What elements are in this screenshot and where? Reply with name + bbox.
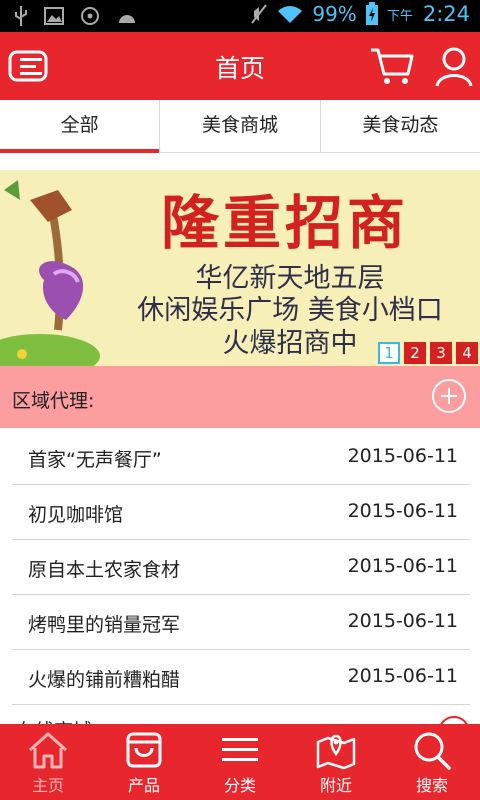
list-item[interactable]: 烤鸭里的销量冠军 2015-06-11 bbox=[12, 595, 470, 650]
mute-icon bbox=[251, 4, 268, 24]
wifi-icon bbox=[278, 6, 303, 23]
image-icon bbox=[44, 7, 64, 25]
music-icon bbox=[81, 7, 99, 25]
battery-percent: 99% bbox=[312, 2, 357, 26]
cart-icon bbox=[371, 48, 414, 84]
bag-icon bbox=[126, 732, 162, 768]
item-title: 烤鸭里的销量冠军 bbox=[28, 614, 181, 636]
item-date: 2015-06-11 bbox=[347, 500, 458, 522]
usb-icon bbox=[15, 6, 27, 26]
nav-home[interactable]: 主页 bbox=[0, 724, 96, 800]
bottom-nav: 主页 产品 分类 附近 搜索 bbox=[0, 724, 480, 800]
list-item[interactable]: 首家“无声餐厅” 2015-06-11 bbox=[12, 430, 470, 485]
item-date: 2015-06-11 bbox=[347, 445, 458, 467]
item-date: 2015-06-11 bbox=[347, 610, 458, 632]
item-title: 火爆的铺前糟粕醋 bbox=[28, 669, 181, 691]
list-item[interactable]: 初见咖啡馆 2015-06-11 bbox=[12, 485, 470, 540]
item-date: 2015-06-11 bbox=[347, 665, 458, 687]
nav-search[interactable]: 搜索 bbox=[384, 724, 480, 800]
home-icon bbox=[29, 732, 67, 769]
nav-nearby-label: 附近 bbox=[319, 776, 352, 795]
nav-nearby[interactable]: 附近 bbox=[288, 724, 384, 800]
app-header: 首页 bbox=[0, 32, 480, 100]
map-icon bbox=[316, 734, 356, 770]
user-icon bbox=[435, 47, 473, 87]
item-date: 2015-06-11 bbox=[347, 555, 458, 577]
banner-page-3[interactable]: 3 bbox=[430, 342, 452, 364]
tab-all[interactable]: 全部 bbox=[0, 100, 161, 153]
nav-home-label: 主页 bbox=[31, 776, 64, 795]
list-item[interactable]: 原自本土农家食材 2015-06-11 bbox=[12, 540, 470, 595]
category-tabs: 全部 美食商城 美食动态 bbox=[0, 100, 480, 153]
item-title: 首家“无声餐厅” bbox=[28, 449, 162, 471]
item-title: 初见咖啡馆 bbox=[28, 504, 124, 526]
banner-pagination: 1 2 3 4 bbox=[378, 342, 478, 364]
section-header: 区域代理: bbox=[0, 366, 480, 428]
banner-page-1[interactable]: 1 bbox=[378, 342, 400, 364]
news-list: 首家“无声餐厅” 2015-06-11 初见咖啡馆 2015-06-11 原自本… bbox=[12, 430, 470, 705]
nav-products[interactable]: 产品 bbox=[96, 724, 192, 800]
banner-page-4[interactable]: 4 bbox=[456, 342, 478, 364]
battery-icon bbox=[365, 2, 378, 25]
section-title: 区域代理: bbox=[12, 390, 95, 412]
list-icon bbox=[222, 738, 258, 761]
banner-headline: 隆重招商 bbox=[160, 189, 409, 257]
tab-food-mall[interactable]: 美食商城 bbox=[160, 100, 321, 152]
ampm-label: 下午 bbox=[386, 8, 413, 24]
search-icon bbox=[414, 732, 451, 770]
user-button[interactable] bbox=[432, 44, 476, 88]
nav-products-label: 产品 bbox=[127, 776, 160, 795]
item-title: 原自本土农家食材 bbox=[28, 559, 181, 581]
tab-food-news[interactable]: 美食动态 bbox=[321, 100, 480, 152]
nav-categories[interactable]: 分类 bbox=[192, 724, 288, 800]
android-icon bbox=[119, 15, 135, 23]
banner-page-2[interactable]: 2 bbox=[404, 342, 426, 364]
cart-button[interactable] bbox=[368, 44, 416, 88]
nav-search-label: 搜索 bbox=[415, 776, 448, 795]
nav-categories-label: 分类 bbox=[223, 776, 256, 795]
list-item[interactable]: 火爆的铺前糟粕醋 2015-06-11 bbox=[12, 650, 470, 705]
clock: 2:24 bbox=[422, 2, 470, 26]
status-bar: 99% 下午 2:24 bbox=[0, 0, 480, 32]
promo-banner[interactable]: 隆重招商 华亿新天地五层 休闲娱乐广场 美食小档口 火爆招商中 bbox=[0, 170, 480, 366]
expand-plus-icon[interactable] bbox=[432, 379, 466, 413]
